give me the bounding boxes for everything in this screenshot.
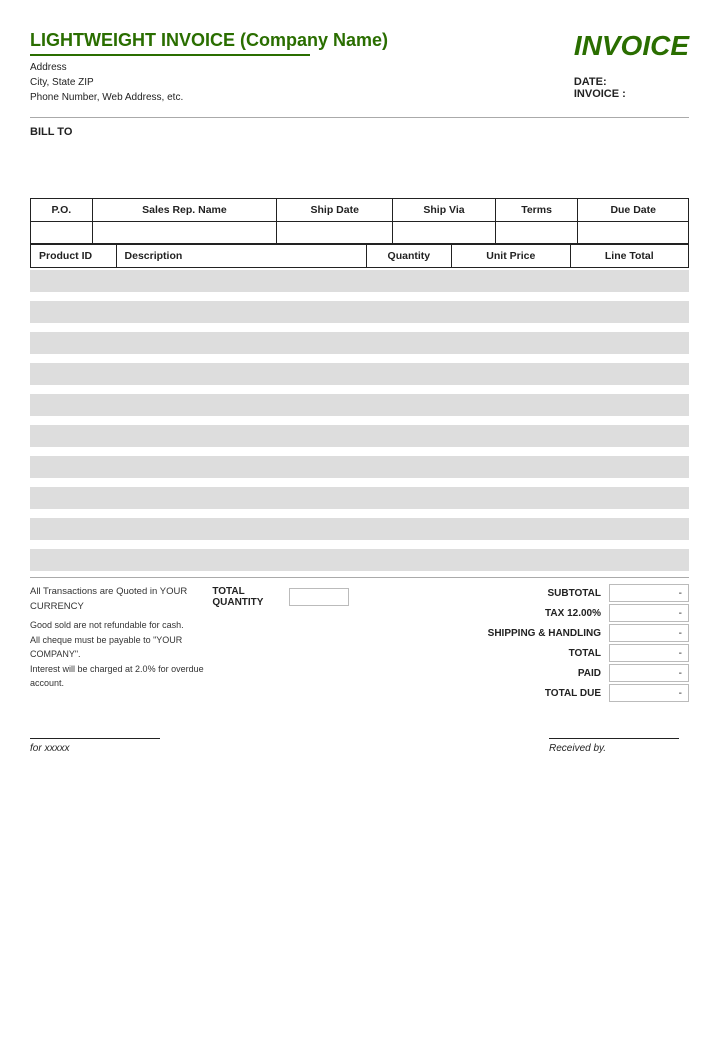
- col-po: P.O.: [31, 199, 93, 222]
- col-ship-via: Ship Via: [393, 199, 496, 222]
- shipping-label: SHIPPING & HANDLING: [449, 628, 609, 639]
- item-row-7: [30, 456, 689, 478]
- address-line2: City, State ZIP: [30, 75, 574, 90]
- currency-note: All Transactions are Quoted in YOUR CURR…: [30, 584, 212, 614]
- item-row-2: [30, 301, 689, 323]
- received-label: Received by.: [549, 743, 689, 754]
- item-row-5: [30, 394, 689, 416]
- col-description: Description: [116, 245, 366, 268]
- paid-value: -: [609, 664, 689, 682]
- sig-line-left: [30, 738, 160, 739]
- total-label: TOTAL: [449, 648, 609, 659]
- address-line1: Address: [30, 60, 574, 75]
- paid-label: PAID: [449, 668, 609, 679]
- item-row-8: [30, 487, 689, 509]
- col-line-total: Line Total: [570, 245, 688, 268]
- ship-date-value: [277, 222, 393, 244]
- col-quantity: Quantity: [366, 245, 452, 268]
- terms-value: [495, 222, 578, 244]
- ship-via-value: [393, 222, 496, 244]
- bill-to-label: BILL TO: [30, 126, 72, 138]
- total-qty-container: TOTAL QUANTITY: [212, 586, 349, 608]
- item-row-3: [30, 332, 689, 354]
- col-unit-price: Unit Price: [452, 245, 570, 268]
- shipping-value: -: [609, 624, 689, 642]
- item-row-4: [30, 363, 689, 385]
- shipping-row: SHIPPING & HANDLING -: [349, 624, 689, 642]
- item-row-1: [30, 270, 689, 292]
- middle-footer: TOTAL QUANTITY: [212, 584, 349, 608]
- order-header-row: P.O. Sales Rep. Name Ship Date Ship Via …: [31, 199, 689, 222]
- footer-section: All Transactions are Quoted in YOUR CURR…: [30, 584, 689, 704]
- col-sales-rep: Sales Rep. Name: [92, 199, 276, 222]
- header-section: LIGHTWEIGHT INVOICE (Company Name) Addre…: [30, 30, 689, 105]
- note-line1: Good sold are not refundable for cash.: [30, 618, 212, 632]
- sig-block-right: Received by.: [549, 738, 689, 754]
- items-header-row: Product ID Description Quantity Unit Pri…: [31, 245, 689, 268]
- header-divider: [30, 117, 689, 118]
- invoice-label: INVOICE :: [574, 88, 626, 100]
- tax-label: TAX 12.00%: [449, 608, 609, 619]
- item-row-6: [30, 425, 689, 447]
- paid-row: PAID -: [349, 664, 689, 682]
- item-row-9: [30, 518, 689, 540]
- order-data-row: [31, 222, 689, 244]
- due-date-value: [578, 222, 689, 244]
- header-left: LIGHTWEIGHT INVOICE (Company Name) Addre…: [30, 30, 574, 105]
- col-product-id: Product ID: [31, 245, 117, 268]
- col-ship-date: Ship Date: [277, 199, 393, 222]
- tax-row: TAX 12.00% -: [349, 604, 689, 622]
- for-label: for xxxxx: [30, 743, 170, 754]
- footer-notes: All Transactions are Quoted in YOUR CURR…: [30, 584, 212, 690]
- order-table: P.O. Sales Rep. Name Ship Date Ship Via …: [30, 198, 689, 244]
- items-table: Product ID Description Quantity Unit Pri…: [30, 244, 689, 268]
- signature-section: for xxxxx Received by.: [30, 734, 689, 754]
- header-right: INVOICE DATE: INVOICE :: [574, 30, 689, 100]
- total-due-value: -: [609, 684, 689, 702]
- col-terms: Terms: [495, 199, 578, 222]
- date-row: DATE:: [574, 76, 689, 88]
- footer-divider: [30, 577, 689, 578]
- total-qty-label: TOTAL QUANTITY: [212, 586, 275, 608]
- total-value: -: [609, 644, 689, 662]
- address-block: Address City, State ZIP Phone Number, We…: [30, 60, 574, 105]
- subtotal-value: -: [609, 584, 689, 602]
- bill-to-section: BILL TO: [30, 126, 689, 138]
- tax-value: -: [609, 604, 689, 622]
- col-due-date: Due Date: [578, 199, 689, 222]
- note-line2: All cheque must be payable to "YOUR COMP…: [30, 633, 212, 662]
- total-qty-value: [289, 588, 349, 606]
- total-due-row: TOTAL DUE -: [349, 684, 689, 702]
- total-row: TOTAL -: [349, 644, 689, 662]
- total-due-label: TOTAL DUE: [449, 688, 609, 699]
- date-label: DATE:: [574, 76, 607, 88]
- po-value: [31, 222, 93, 244]
- sig-line-right: [549, 738, 679, 739]
- company-title: LIGHTWEIGHT INVOICE (Company Name): [30, 30, 574, 51]
- address-line3: Phone Number, Web Address, etc.: [30, 90, 574, 105]
- note-line3: Interest will be charged at 2.0% for ove…: [30, 662, 212, 691]
- sig-block-left: for xxxxx: [30, 738, 170, 754]
- header-underline: [30, 54, 310, 56]
- totals-section: SUBTOTAL - TAX 12.00% - SHIPPING & HANDL…: [349, 584, 689, 704]
- invoice-row: INVOICE :: [574, 88, 689, 100]
- subtotal-label: SUBTOTAL: [449, 588, 609, 599]
- items-body: [30, 270, 689, 571]
- sales-rep-value: [92, 222, 276, 244]
- invoice-title: INVOICE: [574, 30, 689, 62]
- subtotal-row: SUBTOTAL -: [349, 584, 689, 602]
- item-row-10: [30, 549, 689, 571]
